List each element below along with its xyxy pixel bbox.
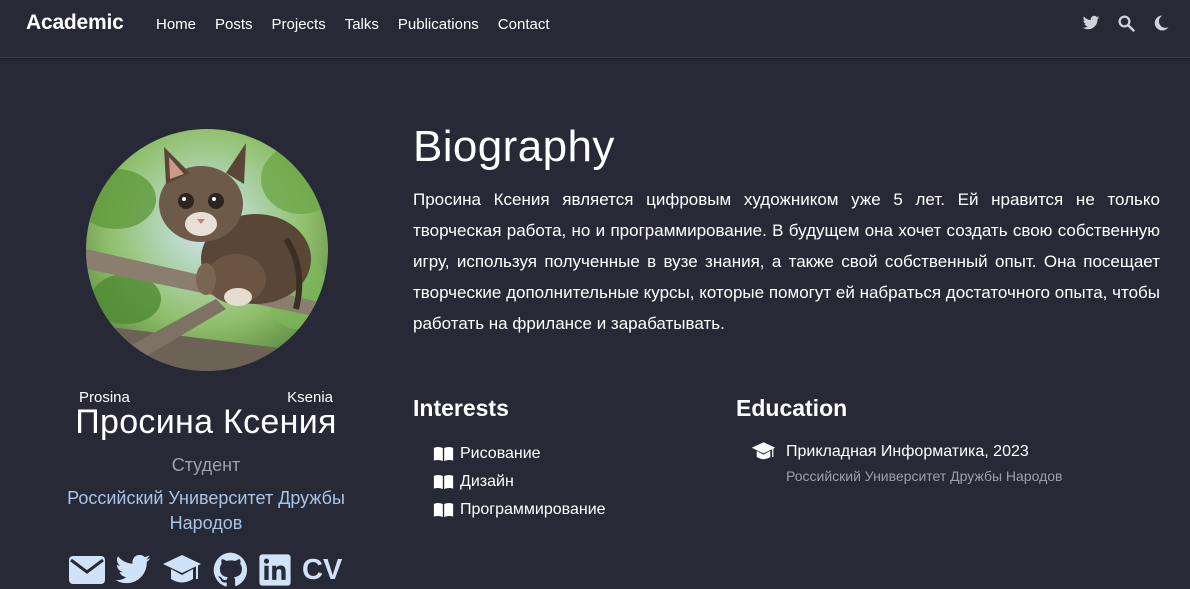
- brand-link[interactable]: Academic: [26, 11, 124, 35]
- education-course: Прикладная Информатика, 2023: [786, 442, 1029, 460]
- biography-title: Biography: [413, 122, 615, 171]
- interests-title: Interests: [413, 395, 509, 421]
- education-title: Education: [736, 395, 848, 421]
- navbar-actions: [1082, 14, 1170, 32]
- education-institution: Российский Университет Дружбы Народов: [786, 468, 1063, 484]
- moon-icon[interactable]: [1152, 14, 1170, 32]
- interest-label: Рисование: [460, 445, 541, 462]
- interest-item: Дизайн: [433, 468, 606, 496]
- biography-text: Просина Ксения является цифровым художни…: [413, 190, 1160, 333]
- interests-list: Рисование Дизайн Программирование: [433, 440, 606, 524]
- graduation-cap-icon: [751, 442, 776, 460]
- book-icon: [433, 447, 454, 461]
- search-icon[interactable]: [1117, 14, 1135, 32]
- github-icon[interactable]: [212, 551, 250, 589]
- book-icon: [433, 475, 454, 489]
- profile-organization-link[interactable]: Российский Университет Дружбы Народов: [30, 486, 382, 536]
- avatar: [86, 129, 328, 371]
- education-item: Прикладная Информатика, 2023 Российский …: [751, 441, 1063, 484]
- twitter-icon[interactable]: [1082, 14, 1100, 32]
- profile-name: Просина Ксения: [75, 403, 337, 441]
- nav-link-home[interactable]: Home: [156, 16, 196, 33]
- nav-link-talks[interactable]: Talks: [345, 16, 379, 33]
- nav-link-contact[interactable]: Contact: [498, 16, 550, 33]
- nav-link-publications[interactable]: Publications: [398, 16, 479, 33]
- navbar: Academic Home Posts Projects Talks Publi…: [0, 0, 1190, 58]
- avatar-image: [86, 129, 328, 371]
- interest-item: Рисование: [433, 440, 606, 468]
- interest-label: Дизайн: [460, 473, 514, 490]
- interest-item: Программирование: [433, 496, 606, 524]
- nav-links: Home Posts Projects Talks Publications C…: [156, 16, 569, 33]
- envelope-icon[interactable]: [68, 551, 106, 589]
- nav-link-posts[interactable]: Posts: [215, 16, 253, 33]
- social-links: CV: [68, 551, 342, 589]
- book-icon: [433, 503, 454, 517]
- graduation-cap-icon[interactable]: [160, 551, 204, 589]
- linkedin-icon[interactable]: [258, 551, 292, 589]
- profile-role: Студент: [171, 455, 241, 475]
- cv-link[interactable]: CV: [302, 551, 342, 589]
- twitter-icon[interactable]: [114, 551, 152, 589]
- nav-link-projects[interactable]: Projects: [272, 16, 326, 33]
- interest-label: Программирование: [460, 501, 606, 518]
